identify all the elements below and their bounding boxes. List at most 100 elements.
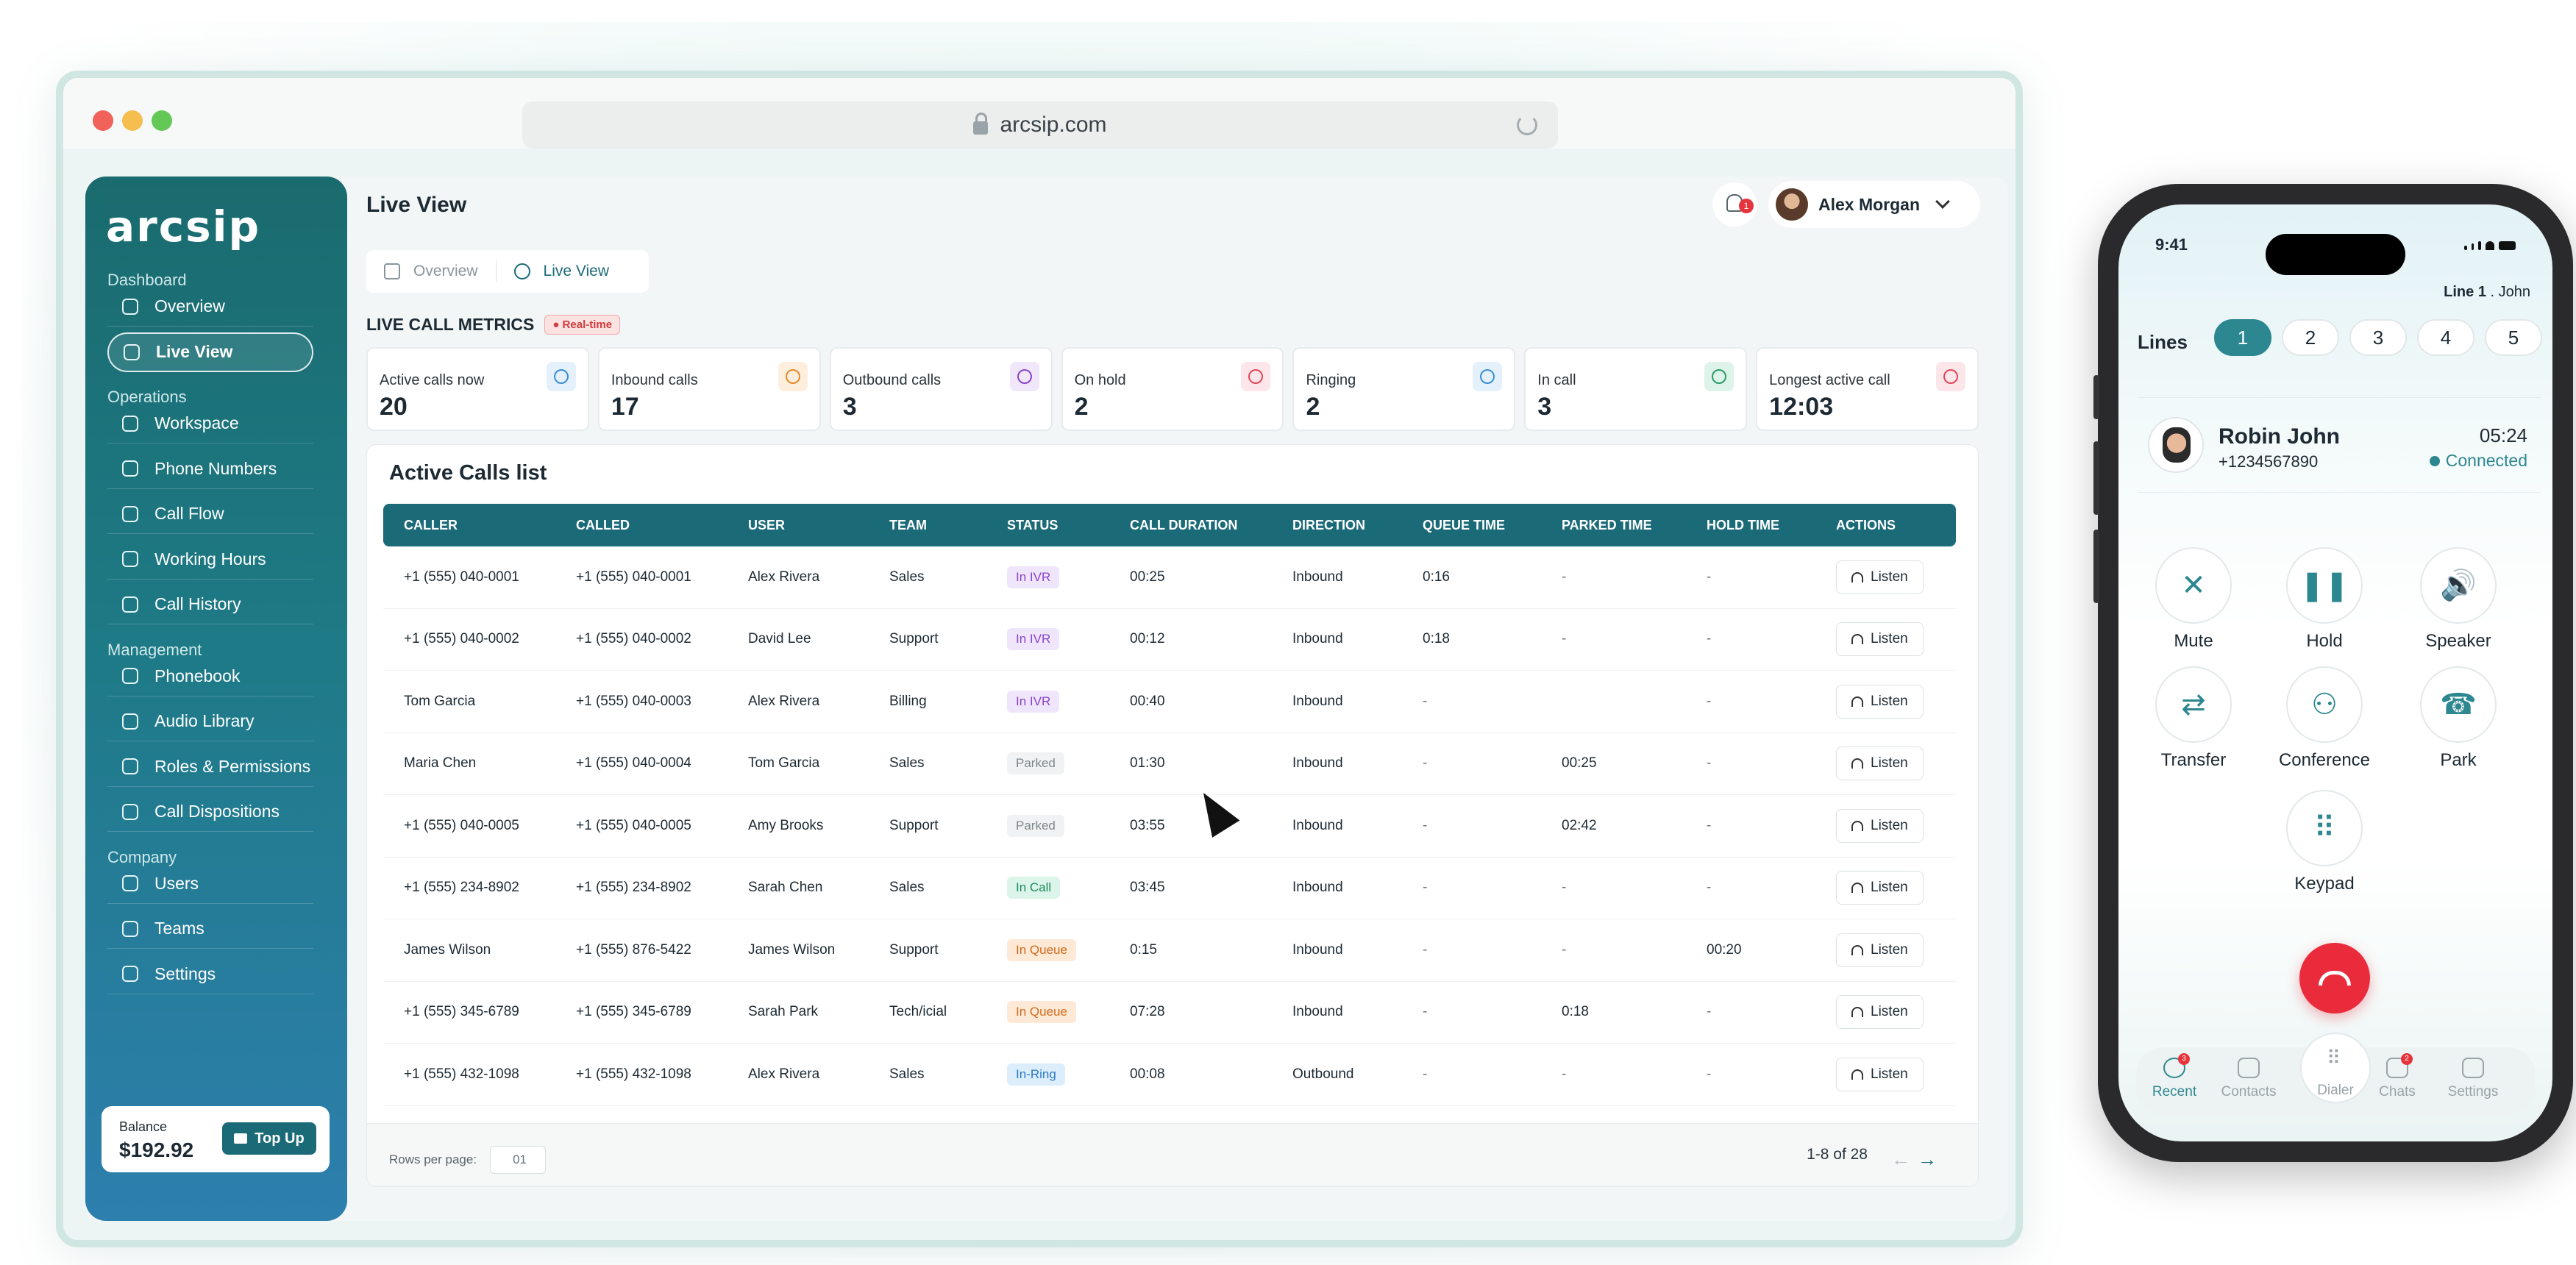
table-row[interactable]: +1 (555) 345-6789 +1 (555) 345-6789 Sarah … [383, 982, 1956, 1044]
cell-called: +1 (555) 876-5422 [576, 941, 691, 958]
sidebar-item-call-dispositions[interactable]: Call Dispositions [107, 792, 313, 832]
tab-live-view-label: Live View [543, 263, 610, 279]
cell-caller: +1 (555) 432-1098 [404, 1066, 519, 1082]
signal-icon [2478, 241, 2481, 250]
settings-icon [2462, 1058, 2484, 1078]
cell-team: Sales [889, 880, 925, 896]
listen-button[interactable]: Listen [1836, 622, 1924, 657]
tab-badge: 2 [2401, 1053, 2413, 1065]
column-header-team: TEAM [889, 517, 927, 532]
cell-caller: +1 (555) 234-8902 [404, 880, 519, 896]
minimize-window-button[interactable] [122, 110, 143, 131]
table-row[interactable]: +1 (555) 432-1098 +1 (555) 432-1098 Alex R… [383, 1044, 1956, 1106]
next-page-icon[interactable]: → [1918, 1150, 1937, 1169]
listen-button[interactable]: Listen [1836, 995, 1924, 1030]
line-4-button[interactable]: 4 [2417, 319, 2474, 356]
hold-button[interactable]: ❚❚ [2286, 547, 2363, 624]
listen-button[interactable]: Listen [1836, 746, 1924, 781]
transfer-button[interactable]: ⇄ [2155, 666, 2232, 743]
top-up-button[interactable]: Top Up [222, 1122, 316, 1155]
speaker-label: Speaker [2425, 631, 2491, 651]
table-row[interactable]: Maria Chen +1 (555) 040-0004 Tom Garcia Sal… [383, 733, 1956, 795]
sidebar-item-call-flow[interactable]: Call Flow [107, 494, 313, 534]
sidebar-item-working-hours[interactable]: Working Hours [107, 540, 313, 580]
table-row[interactable]: +1 (555) 040-0005 +1 (555) 040-0005 Amy Br… [383, 795, 1956, 858]
cell-actions: Listen [1815, 684, 1956, 719]
sidebar-item-label: Call History [154, 594, 241, 613]
brand-logo[interactable]: arcsip [106, 202, 260, 252]
cell-duration: 01:30 [1130, 755, 1165, 772]
metric-on-hold-icon [1241, 362, 1271, 391]
keypad-label: Keypad [2294, 874, 2355, 894]
listen-button[interactable]: Listen [1836, 560, 1924, 594]
listen-button[interactable]: Listen [1836, 808, 1924, 843]
column-header-parked-time: PARKED TIME [1562, 517, 1652, 532]
mute-button[interactable]: ✕ [2155, 547, 2232, 624]
sidebar-item-live-view[interactable]: Live View [107, 332, 313, 372]
line-1-button[interactable]: 1 [2214, 319, 2271, 356]
sidebar-item-label: Roles & Permissions [154, 756, 311, 776]
sidebar-item-label: Call Dispositions [154, 802, 280, 821]
sidebar-item-roles-permissions[interactable]: Roles & Permissions [107, 747, 313, 787]
prev-page-icon[interactable]: ← [1891, 1150, 1910, 1169]
cell-status: Parked [986, 752, 1109, 775]
line-2-button[interactable]: 2 [2282, 319, 2339, 356]
tab-chats[interactable]: 2 Chats [2360, 1053, 2434, 1100]
sidebar-item-workspace[interactable]: Workspace [107, 404, 313, 443]
headphones-icon [1851, 696, 1863, 707]
sidebar-item-phone-numbers[interactable]: Phone Numbers [107, 449, 313, 489]
tab-contacts[interactable]: Contacts [2212, 1055, 2285, 1100]
table-row[interactable]: Tom Garcia +1 (555) 040-0003 Alex Rivera Bi… [383, 671, 1956, 733]
cell-user: Alex Rivera [748, 693, 820, 709]
notifications-button[interactable]: 1 [1712, 182, 1757, 227]
maximize-window-button[interactable] [152, 110, 172, 131]
line-3-button[interactable]: 3 [2349, 319, 2407, 356]
tab-recent[interactable]: 3 Recent [2138, 1053, 2211, 1100]
signal-icon [2471, 243, 2474, 250]
keypad-button[interactable]: ⠿ [2286, 790, 2363, 866]
cell-team: Sales [889, 569, 925, 585]
line-5-button[interactable]: 5 [2485, 319, 2542, 356]
listen-button[interactable]: Listen [1836, 1057, 1924, 1091]
rows-per-page-select[interactable]: 01 [490, 1146, 547, 1174]
table-row[interactable]: +1 (555) 234-8902 +1 (555) 234-8902 Sarah … [383, 858, 1956, 919]
contact-number: +1234567890 [2219, 452, 2319, 471]
phone-volume-up [2093, 441, 2099, 515]
park-button[interactable]: ☎ [2420, 666, 2497, 743]
sidebar-item-audio-library[interactable]: Audio Library [107, 702, 313, 741]
table-row[interactable]: +1 (555) 040-0001 +1 (555) 040-0001 Alex R… [383, 546, 1956, 609]
conference-button[interactable]: ⚇ [2286, 666, 2363, 743]
tab-settings[interactable]: Settings [2436, 1055, 2510, 1100]
speaker-button[interactable]: 🔊 [2420, 547, 2497, 624]
tab-badge: 3 [2178, 1053, 2190, 1065]
sidebar-item-call-history[interactable]: Call History [107, 585, 313, 624]
column-header-status: STATUS [1007, 517, 1058, 532]
sidebar-item-teams[interactable]: Teams [107, 909, 313, 949]
metric-value: 17 [611, 393, 639, 421]
user-menu[interactable]: Alex Morgan [1768, 181, 1980, 228]
cell-called: +1 (555) 345-6789 [576, 1004, 691, 1020]
cell-duration: 00:25 [1130, 569, 1165, 585]
end-call-button[interactable] [2299, 943, 2370, 1013]
metric-glyph-icon [553, 369, 569, 384]
app-container: arcsip Dashboard Overview Live View Operati… [85, 177, 2008, 1221]
listen-button[interactable]: Listen [1836, 933, 1924, 967]
tab-live-view[interactable]: Live View [497, 263, 627, 280]
address-bar[interactable]: arcsip.com [522, 101, 1558, 149]
table-row[interactable]: +1 (555) 040-0002 +1 (555) 040-0002 David … [383, 609, 1956, 671]
cell-status: Parked [986, 814, 1109, 837]
sidebar-item-users[interactable]: Users [107, 864, 313, 904]
listen-button[interactable]: Listen [1836, 871, 1924, 905]
sidebar-item-overview[interactable]: Overview [107, 287, 313, 327]
reload-icon[interactable] [1517, 115, 1537, 135]
metric-glyph-icon [1017, 369, 1032, 384]
metric-label: In call [1537, 372, 1576, 388]
sidebar-item-phonebook[interactable]: Phonebook [107, 657, 313, 696]
cell-parked: - [1562, 941, 1567, 958]
metric-card-ringing: Ringing 2 [1292, 347, 1516, 431]
sidebar-item-settings[interactable]: Settings [107, 955, 313, 994]
table-row[interactable]: James Wilson +1 (555) 876-5422 James Wilso… [383, 919, 1956, 982]
tab-overview[interactable]: Overview [366, 263, 496, 280]
listen-button[interactable]: Listen [1836, 684, 1924, 719]
close-window-button[interactable] [93, 110, 113, 131]
